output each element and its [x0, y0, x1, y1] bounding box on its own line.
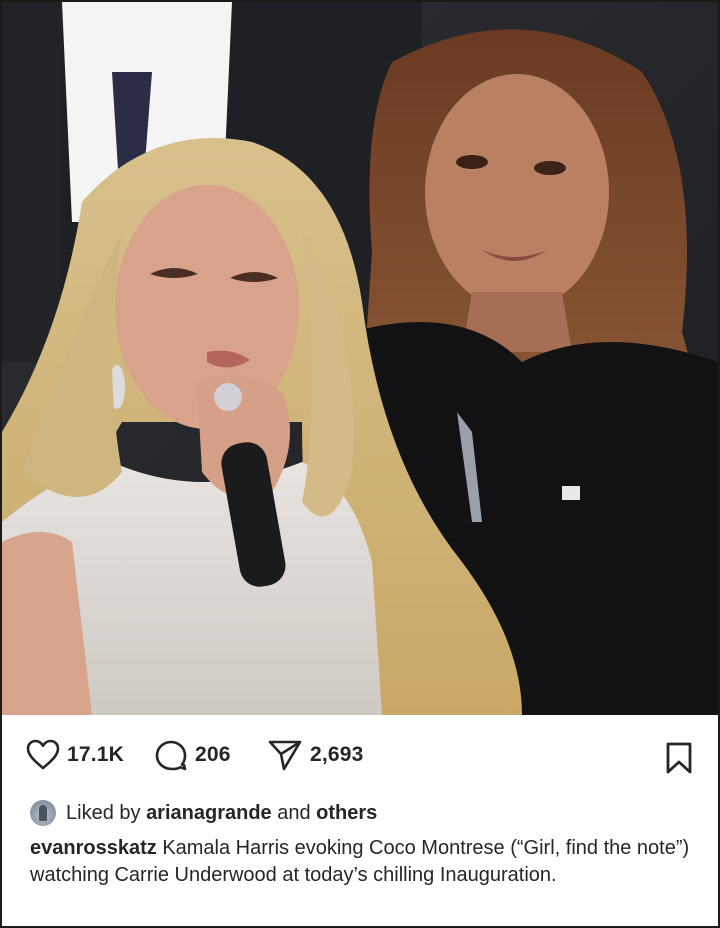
like-button[interactable]: 17.1K	[26, 739, 124, 771]
comment-bubble-icon	[155, 740, 187, 771]
post-photo[interactable]	[2, 2, 718, 715]
share-button[interactable]: 2,693	[267, 739, 364, 771]
liker-avatar[interactable]	[30, 800, 56, 826]
comments-count[interactable]: 206	[195, 743, 231, 767]
save-button[interactable]	[664, 741, 694, 780]
liked-by-others-link[interactable]: others	[316, 802, 377, 825]
post-photo-illustration	[2, 2, 718, 715]
liked-by-and: and	[277, 801, 311, 824]
heart-icon	[26, 739, 60, 770]
liked-by-prefix: Liked by	[66, 801, 141, 824]
likes-count[interactable]: 17.1K	[67, 743, 124, 767]
bookmark-icon	[666, 742, 692, 774]
liked-by-line: Liked by arianagrande and others	[30, 800, 377, 826]
post-caption: evanrosskatz Kamala Harris evoking Coco …	[30, 835, 700, 889]
post-actions-bar: 17.1K 206 2,693	[2, 717, 718, 797]
shares-count[interactable]: 2,693	[310, 743, 364, 767]
liker-username[interactable]: arianagrande	[146, 802, 272, 825]
comment-button[interactable]: 206	[154, 739, 231, 771]
author-username[interactable]: evanrosskatz	[30, 837, 157, 859]
paper-plane-icon	[268, 740, 302, 771]
instagram-post: 17.1K 206 2,693 Liked by arianagrande an…	[0, 0, 720, 928]
